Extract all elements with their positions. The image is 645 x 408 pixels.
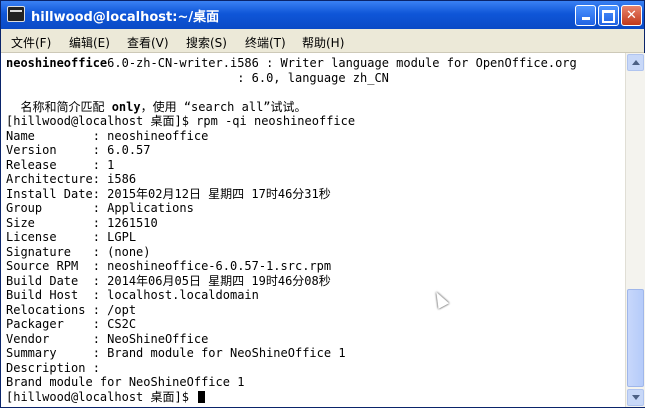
rpm-field-group: Group : Applications (6, 201, 194, 215)
final-prompt: [hillwood@localhost 桌面]$ (6, 389, 197, 404)
text-cursor (198, 390, 206, 403)
menu-edit[interactable]: 编辑(E) (69, 34, 110, 51)
menu-help[interactable]: 帮助(H) (302, 34, 344, 51)
rpm-field-description: Description : (6, 360, 100, 375)
search-result-line: neoshineoffice6.0-zh-CN-writer.i586 : Wr… (6, 56, 577, 71)
search-result-package: neoshineoffice (6, 56, 108, 70)
menu-bar: 文件(F) 编辑(E) 查看(V) 搜索(S) 终端(T) 帮助(H) (1, 29, 644, 53)
close-icon: ✕ (626, 8, 637, 23)
search-hint-line: 名称和简介匹配 only，使用 “search all”试试。 (6, 99, 307, 115)
close-button[interactable]: ✕ (621, 5, 642, 26)
rpm-field-relocations: Relocations : /opt (6, 302, 137, 317)
terminal-app-icon (7, 6, 25, 22)
hint-suffix: ，使用 “search all”试试。 (140, 99, 307, 114)
window-title: hillwood@localhost:~/桌面 (31, 10, 220, 25)
mouse-pointer-icon (430, 289, 450, 309)
rpm-field-build-host: Build Host : localhost.localdomain (6, 288, 259, 302)
rpm-field-packager: Packager : CS2C (6, 317, 137, 331)
final-prompt-line[interactable]: [hillwood@localhost 桌面]$ (6, 389, 206, 405)
rpm-field-release: Release : 1 (6, 157, 115, 172)
menu-view[interactable]: 查看(V) (127, 34, 169, 51)
minimize-icon (581, 17, 590, 20)
minimize-button[interactable] (575, 5, 596, 26)
scroll-up-button[interactable] (627, 54, 644, 71)
command-prompt-line: [hillwood@localhost 桌面]$ rpm -qi neoshin… (6, 114, 356, 128)
rpm-field-size: Size : 1261510 (6, 215, 158, 230)
menu-file[interactable]: 文件(F) (11, 34, 51, 51)
terminal-window: hillwood@localhost:~/桌面 ✕ 文件(F) 编辑(E) 查看… (0, 0, 645, 408)
rpm-field-vendor: Vendor : NeoShineOffice (6, 331, 209, 346)
search-result-text: 6.0-zh-CN-writer.i586 : Writer language … (107, 56, 577, 70)
hint-prefix: 名称和简介匹配 (6, 99, 112, 114)
rpm-field-name: Name : neoshineoffice (6, 128, 209, 143)
rpm-field-summary: Summary : Brand module for NeoShineOffic… (6, 346, 346, 360)
rpm-field-install-date: Install Date: 2015年02月12日 星期四 17时46分31秒 (6, 186, 331, 201)
maximize-button[interactable] (598, 5, 619, 26)
rpm-field-license: License : LGPL (6, 230, 137, 244)
terminal-output[interactable]: neoshineoffice6.0-zh-CN-writer.i586 : Wr… (1, 53, 625, 407)
title-bar[interactable]: hillwood@localhost:~/桌面 ✕ (1, 1, 644, 29)
search-result-continuation: : 6.0, language zh_CN (6, 70, 389, 85)
rpm-field-build-date: Build Date : 2014年06月05日 星期四 19时46分08秒 (6, 273, 331, 288)
rpm-field-architecture: Architecture: i586 (6, 172, 137, 186)
maximize-icon (602, 10, 615, 23)
menu-terminal[interactable]: 终端(T) (245, 34, 286, 51)
scroll-thumb[interactable] (627, 289, 644, 387)
rpm-field-signature: Signature : (none) (6, 244, 151, 259)
vertical-scrollbar[interactable] (625, 53, 645, 407)
rpm-description-text: Brand module for NeoShineOffice 1 (6, 375, 245, 389)
rpm-field-version: Version : 6.0.57 (6, 143, 151, 157)
scroll-down-button[interactable] (627, 389, 644, 406)
rpm-field-source-rpm: Source RPM : neoshineoffice-6.0.57-1.src… (6, 259, 332, 273)
hint-bold: only (111, 99, 141, 114)
menu-search[interactable]: 搜索(S) (186, 34, 227, 51)
